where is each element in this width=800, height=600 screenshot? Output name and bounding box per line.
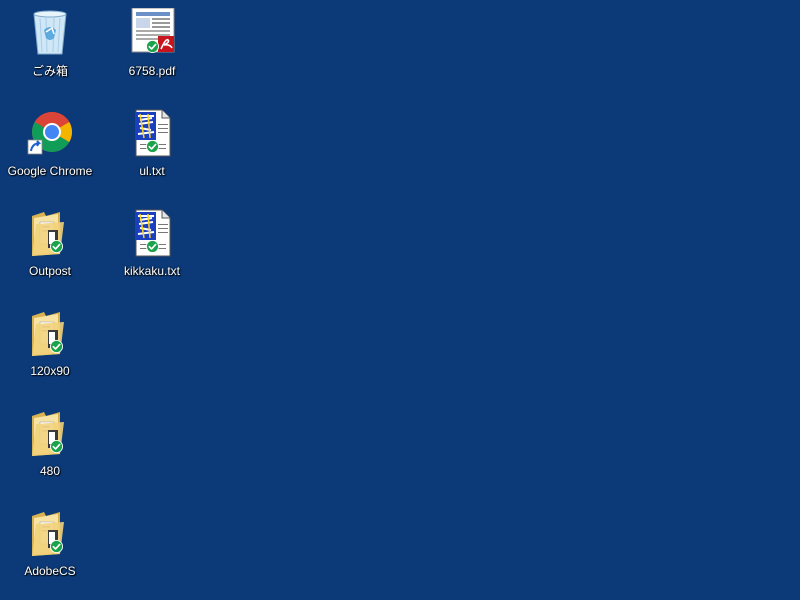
folder-icon — [26, 308, 74, 358]
icon-label: 6758.pdf — [128, 64, 176, 78]
desktop-icon-ul-txt[interactable]: ul.txt — [102, 108, 202, 198]
icon-label: Outpost — [28, 264, 72, 278]
desktop[interactable]: ごみ箱 Google Chrome Outpost 120x90 480 Ado… — [0, 0, 800, 600]
icon-label: 480 — [39, 464, 61, 478]
desktop-icon-recycle-bin[interactable]: ごみ箱 — [0, 8, 100, 98]
folder-icon — [26, 408, 74, 458]
desktop-icon-adobecs[interactable]: AdobeCS — [0, 508, 100, 598]
icon-label: 120x90 — [30, 364, 70, 378]
text-file-icon — [128, 108, 176, 158]
icon-label: kikkaku.txt — [123, 264, 180, 278]
recycle-bin-icon — [26, 8, 74, 58]
sync-ok-icon — [50, 240, 63, 253]
icon-label: Google Chrome — [7, 164, 93, 178]
desktop-icon-120x90[interactable]: 120x90 — [0, 308, 100, 398]
desktop-icon-outpost[interactable]: Outpost — [0, 208, 100, 298]
folder-icon — [26, 208, 74, 258]
sync-ok-icon — [146, 40, 159, 53]
pdf-file-icon — [128, 7, 176, 58]
desktop-icon-6758-pdf[interactable]: 6758.pdf — [102, 7, 202, 98]
sync-ok-icon — [146, 240, 159, 253]
icon-label: AdobeCS — [24, 564, 76, 578]
sync-ok-icon — [50, 340, 63, 353]
chrome-shortcut-icon — [26, 108, 74, 158]
sync-ok-icon — [50, 540, 63, 553]
sync-ok-icon — [50, 440, 63, 453]
desktop-icon-kikkaku-txt[interactable]: kikkaku.txt — [102, 208, 202, 298]
text-file-icon — [128, 208, 176, 258]
desktop-icon-480[interactable]: 480 — [0, 408, 100, 498]
desktop-icon-google-chrome[interactable]: Google Chrome — [0, 108, 100, 198]
folder-icon — [26, 508, 74, 558]
sync-ok-icon — [146, 140, 159, 153]
icon-label: ul.txt — [139, 164, 165, 178]
icon-label: ごみ箱 — [31, 64, 68, 78]
